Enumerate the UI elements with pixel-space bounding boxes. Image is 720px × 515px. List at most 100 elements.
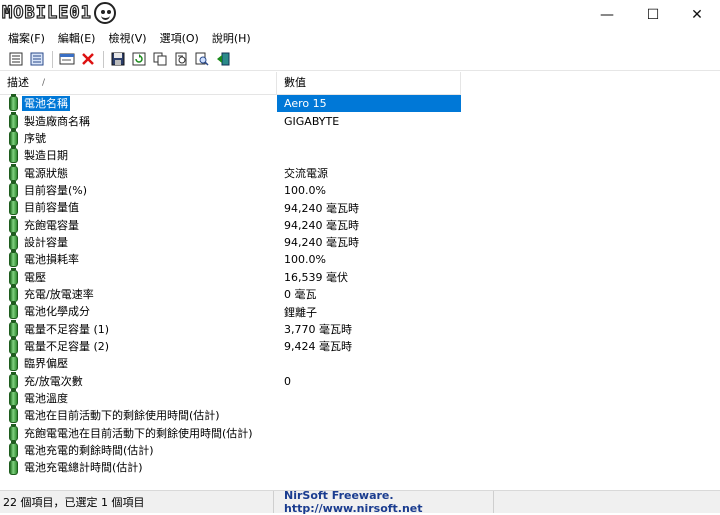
table-row[interactable]: 目前容量(%) 100.0% (0, 180, 461, 199)
menu-help[interactable]: 說明(H) (204, 29, 256, 48)
toolbar-separator (52, 50, 53, 68)
toolbar (0, 48, 720, 71)
row-label: 充飽電電池在目前活動下的剩餘使用時間(估計) (24, 426, 253, 440)
battery-icon (9, 180, 18, 198)
row-value (277, 130, 461, 147)
row-label: 電池名稱 (22, 96, 70, 112)
status-nirsoft-link[interactable]: NirSoft Freeware. http://www.nirsoft.net (274, 489, 494, 515)
battery-icon (9, 163, 18, 181)
table-row[interactable]: 電量不足容量 (2) 9,424 毫瓦時 (0, 336, 461, 355)
row-value (277, 355, 461, 372)
title-bar: MOBILE01 — ☐ ✕ (0, 0, 720, 29)
battery-icon (9, 389, 18, 407)
table-row[interactable]: 電壓 16,539 毫伏 (0, 267, 461, 285)
maximize-button[interactable]: ☐ (630, 0, 676, 29)
row-value (277, 425, 461, 442)
battery-icon (9, 302, 18, 320)
list-view-icon[interactable] (28, 50, 46, 68)
app-logo: MOBILE01 (1, 2, 116, 24)
battery-icon (9, 232, 18, 250)
menu-options[interactable]: 選項(O) (152, 29, 204, 48)
table-row[interactable]: 臨界偏壓 (0, 354, 461, 372)
menu-bar: 檔案(F) 編輯(E) 檢視(V) 選項(O) 說明(H) (0, 29, 720, 48)
row-value (277, 459, 461, 476)
table-row[interactable]: 製造廠商名稱 GIGABYTE (0, 111, 461, 129)
table-row[interactable]: 充飽電容量 94,240 毫瓦時 (0, 215, 461, 233)
table-row[interactable]: 設計容量 94,240 毫瓦時 (0, 232, 461, 251)
battery-icon (9, 94, 18, 112)
table-row[interactable]: 目前容量值 94,240 毫瓦時 (0, 198, 461, 216)
row-label: 電池損耗率 (24, 253, 79, 267)
row-label: 設計容量 (24, 235, 68, 249)
refresh-icon[interactable] (130, 50, 148, 68)
row-value: 3,770 毫瓦時 (284, 323, 352, 337)
properties-icon[interactable] (58, 50, 76, 68)
battery-icon (9, 146, 18, 164)
battery-icon (9, 336, 18, 354)
table-row[interactable]: 電量不足容量 (1) 3,770 毫瓦時 (0, 319, 461, 337)
row-value: 94,240 毫瓦時 (284, 201, 359, 215)
table-row[interactable]: 充電/放電速率 0 毫瓦 (0, 284, 461, 303)
table-row[interactable]: 電池化學成分 鋰離子 (0, 302, 461, 320)
status-item-count: 22 個項目，已選定 1 個項目 (0, 491, 274, 513)
menu-edit[interactable]: 編輯(E) (50, 29, 101, 48)
column-header-value[interactable]: 數值 (277, 72, 461, 94)
battery-icon (9, 198, 18, 216)
minimize-button[interactable]: — (584, 0, 630, 29)
row-value (277, 407, 461, 424)
exit-icon[interactable] (214, 50, 232, 68)
row-label: 充電/放電速率 (24, 287, 94, 301)
battery-icon (9, 250, 18, 268)
table-row[interactable]: 電池溫度 (0, 389, 461, 407)
row-value: 0 毫瓦 (284, 288, 317, 302)
table-row[interactable]: 電池損耗率 100.0% (0, 250, 461, 268)
table-row[interactable]: 電池充電的剩餘時間(估計) (0, 441, 461, 459)
row-value (277, 390, 461, 407)
list-header: 描述 / 數值 (0, 72, 461, 95)
table-row[interactable]: 電源狀態 交流電源 (0, 163, 461, 181)
status-bar: 22 個項目，已選定 1 個項目 NirSoft Freeware. http:… (0, 489, 720, 515)
row-label: 序號 (24, 131, 46, 145)
close-button[interactable]: ✕ (674, 0, 720, 29)
row-value: GIGABYTE (284, 114, 340, 128)
row-label: 電池化學成分 (24, 305, 90, 319)
delete-icon[interactable] (79, 50, 97, 68)
html-report-icon[interactable] (172, 50, 190, 68)
row-value (277, 442, 461, 459)
table-row[interactable]: 充/放電次數 0 (0, 371, 461, 390)
find-icon[interactable] (193, 50, 211, 68)
table-row[interactable]: 充飽電電池在目前活動下的剩餘使用時間(估計) (0, 423, 461, 442)
battery-icon (9, 111, 18, 129)
table-row[interactable]: 製造日期 (0, 146, 461, 164)
row-label: 目前容量值 (24, 201, 79, 215)
logo-face-icon (93, 2, 116, 24)
save-icon[interactable] (109, 50, 127, 68)
table-row[interactable]: 電池充電總計時間(估計) (0, 458, 461, 476)
battery-info-list[interactable]: 描述 / 數值 電池名稱 Aero 15 製造廠商名稱 GIGABYTE 序號 製造… (0, 72, 720, 490)
menu-file[interactable]: 檔案(F) (0, 29, 50, 48)
row-value: Aero 15 (277, 95, 461, 113)
table-row[interactable]: 序號 (0, 128, 461, 147)
column-header-description[interactable]: 描述 / (0, 72, 277, 94)
logo-text: MOBILE01 (1, 2, 92, 23)
battery-icon (9, 423, 18, 441)
copy-icon[interactable] (151, 50, 169, 68)
row-label: 電量不足容量 (1) (24, 322, 110, 336)
details-view-icon[interactable] (7, 50, 25, 68)
row-value (277, 147, 461, 164)
battery-icon (9, 406, 18, 424)
row-label: 製造日期 (24, 149, 68, 163)
row-label: 臨界偏壓 (24, 357, 68, 371)
table-row[interactable]: 電池名稱 Aero 15 (0, 94, 461, 113)
battery-icon (9, 458, 18, 476)
row-value: 94,240 毫瓦時 (284, 236, 359, 250)
row-label: 電池溫度 (24, 392, 68, 406)
row-label: 電池充電的剩餘時間(估計) (24, 444, 154, 458)
row-label: 電池在目前活動下的剩餘使用時間(估計) (24, 409, 220, 423)
row-value: 100.0% (284, 253, 326, 267)
menu-view[interactable]: 檢視(V) (100, 29, 151, 48)
battery-icon (9, 441, 18, 459)
battery-icon (9, 128, 18, 146)
table-row[interactable]: 電池在目前活動下的剩餘使用時間(估計) (0, 406, 461, 424)
row-label: 製造廠商名稱 (24, 114, 90, 128)
